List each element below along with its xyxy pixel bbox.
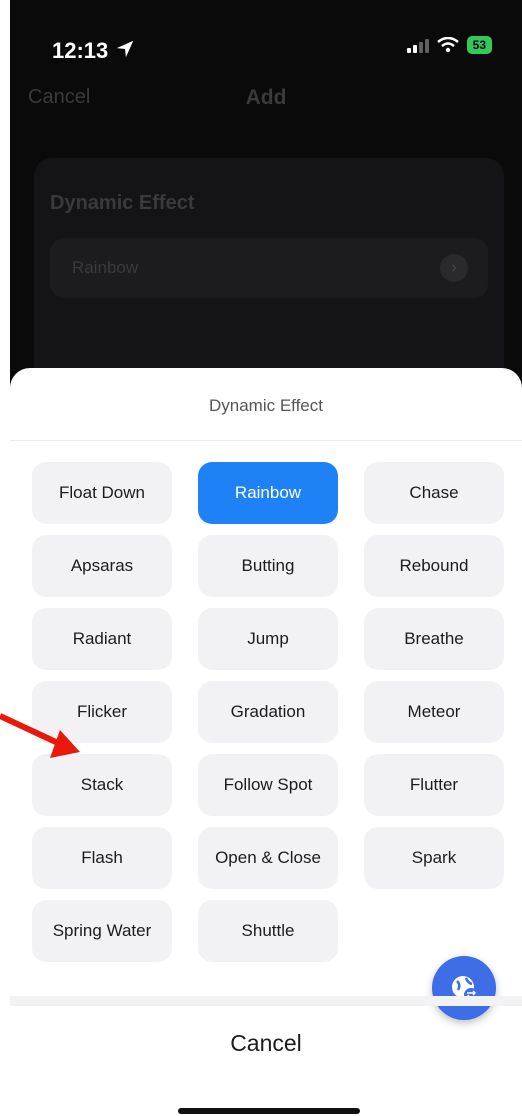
effect-option-follow-spot[interactable]: Follow Spot <box>198 754 338 816</box>
wifi-icon <box>436 37 459 53</box>
sheet-cancel-button[interactable]: Cancel <box>10 1030 522 1057</box>
effect-option-chase[interactable]: Chase <box>364 462 504 524</box>
effect-option-open-close[interactable]: Open & Close <box>198 827 338 889</box>
sheet-separator <box>10 996 522 1006</box>
status-indicators: 53 <box>406 36 492 54</box>
effect-option-breathe[interactable]: Breathe <box>364 608 504 670</box>
effect-option-gradation[interactable]: Gradation <box>198 681 338 743</box>
effect-option-rainbow[interactable]: Rainbow <box>198 462 338 524</box>
effect-option-flutter[interactable]: Flutter <box>364 754 504 816</box>
home-indicator <box>178 1108 360 1114</box>
effect-option-spark[interactable]: Spark <box>364 827 504 889</box>
effect-option-meteor[interactable]: Meteor <box>364 681 504 743</box>
effect-option-shuttle[interactable]: Shuttle <box>198 900 338 962</box>
effect-option-jump[interactable]: Jump <box>198 608 338 670</box>
globe-swap-button[interactable] <box>432 956 496 1020</box>
effect-option-butting[interactable]: Butting <box>198 535 338 597</box>
annotation-arrow-icon <box>0 713 80 758</box>
chevron-right-icon: › <box>440 254 468 282</box>
effect-option-flash[interactable]: Flash <box>32 827 172 889</box>
signal-icon <box>406 37 429 53</box>
effect-option-spring-water[interactable]: Spring Water <box>32 900 172 962</box>
effect-option-rebound[interactable]: Rebound <box>364 535 504 597</box>
battery-indicator: 53 <box>466 36 492 54</box>
